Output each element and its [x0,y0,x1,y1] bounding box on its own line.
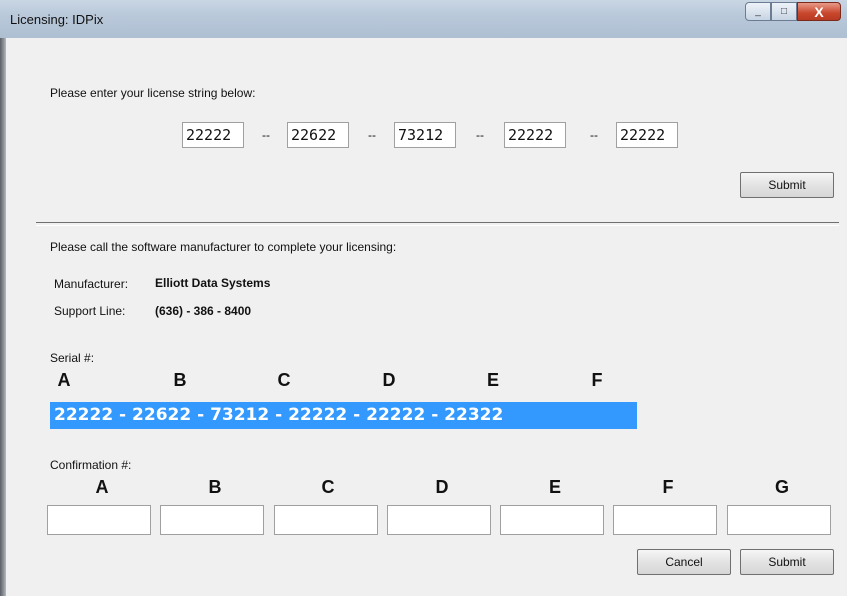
confirmation-column-e: E [548,477,561,497]
confirmation-column-f: F [662,477,674,497]
serial-column-e: E [486,370,499,390]
serial-column-a: A [57,370,71,390]
license-field-5[interactable] [616,122,678,148]
license-field-3[interactable] [394,122,456,148]
confirmation-field-e[interactable] [500,505,604,535]
caption-buttons: _ □ X [745,2,841,22]
confirmation-field-a[interactable] [47,505,151,535]
license-separator-4: -- [590,128,598,142]
section-divider [36,222,839,226]
licensing-window: Licensing: IDPix _ □ X Please enter your… [0,0,847,596]
confirmation-column-a: A [95,477,109,497]
serial-column-c: C [277,370,291,390]
close-button[interactable]: X [797,2,841,21]
manufacturer-prompt: Please call the software manufacturer to… [50,240,397,254]
confirmation-column-c: C [321,477,335,497]
license-separator-2: -- [368,128,376,142]
confirmation-submit-button[interactable]: Submit [740,549,834,575]
serial-column-d: D [382,370,396,390]
confirmation-column-g: G [774,477,789,497]
license-submit-button[interactable]: Submit [740,172,834,198]
minimize-button[interactable]: _ [745,2,771,21]
serial-label: Serial #: [50,351,95,365]
confirmation-field-f[interactable] [613,505,717,535]
license-separator-3: -- [476,128,484,142]
confirmation-field-d[interactable] [387,505,491,535]
license-field-4[interactable] [504,122,566,148]
confirmation-field-g[interactable] [727,505,831,535]
license-field-2[interactable] [287,122,349,148]
dialog-content: Please enter your license string below: … [6,38,847,596]
license-prompt: Please enter your license string below: [50,86,256,100]
maximize-icon: □ [780,6,788,17]
close-icon: X [814,3,824,20]
confirmation-label: Confirmation #: [50,458,132,472]
cancel-button[interactable]: Cancel [637,549,731,575]
manufacturer-label: Manufacturer: [54,277,129,291]
confirmation-column-d: D [435,477,449,497]
maximize-button[interactable]: □ [771,2,797,21]
license-field-1[interactable] [182,122,244,148]
minimize-icon: _ [755,6,761,17]
confirmation-field-c[interactable] [274,505,378,535]
support-line-label: Support Line: [54,304,126,318]
window-title: Licensing: IDPix [10,12,104,27]
serial-column-b: B [173,370,187,390]
manufacturer-value: Elliott Data Systems [155,276,271,290]
confirmation-column-b: B [208,477,222,497]
support-line-value: (636) - 386 - 8400 [155,304,252,318]
confirmation-field-b[interactable] [160,505,264,535]
license-separator-1: -- [262,128,270,142]
serial-column-f: F [591,370,603,390]
serial-number-selected[interactable]: 22222 - 22622 - 73212 - 22222 - 22222 - … [50,402,637,429]
title-bar[interactable]: Licensing: IDPix _ □ X [0,0,847,39]
